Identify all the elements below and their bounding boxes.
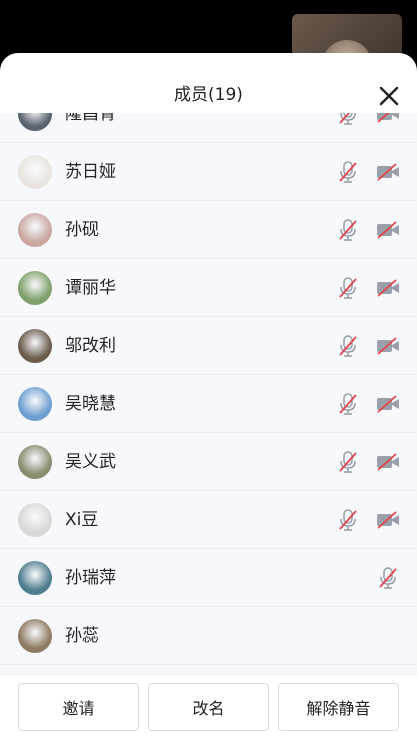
camera-off-icon xyxy=(376,113,400,123)
mic-muted-icon xyxy=(337,276,359,300)
avatar xyxy=(18,386,52,421)
member-row[interactable]: 吴义武 xyxy=(0,433,417,491)
sheet-title: 成员(19) xyxy=(174,85,243,105)
camera-off-icon xyxy=(376,452,400,471)
member-name: Xi豆 xyxy=(65,509,99,530)
member-row[interactable]: 苏日娅 xyxy=(0,143,417,201)
mic-muted-icon xyxy=(337,450,359,474)
mic-muted-icon xyxy=(337,113,359,126)
avatar xyxy=(18,212,52,247)
member-row[interactable]: 孙蕊 xyxy=(0,607,417,665)
camera-off-icon xyxy=(376,278,400,297)
mic-muted-icon xyxy=(337,334,359,358)
camera-off-icon xyxy=(376,336,400,355)
mic-muted-icon xyxy=(337,218,359,242)
member-list-inner: 隆昌青 苏日娅 孙砚 谭丽华 邬改利 吴晓慧 吴义武 Xi豆 孙瑞萍 孙蕊 xyxy=(0,113,417,665)
unmute-all-button[interactable]: 解除静音 xyxy=(278,683,399,731)
member-row[interactable]: 吴晓慧 xyxy=(0,375,417,433)
member-name: 孙砚 xyxy=(65,219,99,240)
footer-actions: 邀请 改名 解除静音 xyxy=(0,676,417,741)
camera-off-icon xyxy=(376,162,400,181)
member-row[interactable]: 邬改利 xyxy=(0,317,417,375)
camera-off-icon xyxy=(376,220,400,239)
member-name: 吴义武 xyxy=(65,451,116,472)
avatar xyxy=(18,154,52,189)
avatar xyxy=(18,270,52,305)
camera-off-icon xyxy=(376,510,400,529)
camera-off-icon xyxy=(376,394,400,413)
member-name: 孙蕊 xyxy=(65,625,99,646)
member-row[interactable]: 隆昌青 xyxy=(0,113,417,143)
member-name: 邬改利 xyxy=(65,335,116,356)
member-row[interactable]: 孙瑞萍 xyxy=(0,549,417,607)
invite-button[interactable]: 邀请 xyxy=(18,683,139,731)
member-row[interactable]: 孙砚 xyxy=(0,201,417,259)
member-row[interactable]: Xi豆 xyxy=(0,491,417,549)
rename-button[interactable]: 改名 xyxy=(148,683,269,731)
mic-muted-icon xyxy=(377,566,399,590)
avatar xyxy=(18,502,52,537)
avatar xyxy=(18,618,52,653)
member-row[interactable]: 谭丽华 xyxy=(0,259,417,317)
avatar xyxy=(18,328,52,363)
member-name: 谭丽华 xyxy=(65,277,116,298)
mic-muted-icon xyxy=(337,508,359,532)
avatar xyxy=(18,444,52,479)
sheet-header: 成员(19) xyxy=(0,53,417,113)
member-name: 孙瑞萍 xyxy=(65,567,116,588)
mic-muted-icon xyxy=(337,160,359,184)
member-name: 苏日娅 xyxy=(65,161,116,182)
mic-muted-icon xyxy=(337,392,359,416)
member-name: 吴晓慧 xyxy=(65,393,116,414)
avatar xyxy=(18,113,52,131)
close-icon[interactable] xyxy=(379,86,399,106)
members-sheet: 成员(19) 隆昌青 苏日娅 孙砚 谭丽华 邬改利 吴晓慧 吴义武 Xi豆 孙瑞… xyxy=(0,53,417,741)
avatar xyxy=(18,560,52,595)
member-name: 隆昌青 xyxy=(65,113,116,124)
member-list[interactable]: 隆昌青 苏日娅 孙砚 谭丽华 邬改利 吴晓慧 吴义武 Xi豆 孙瑞萍 孙蕊 xyxy=(0,113,417,676)
